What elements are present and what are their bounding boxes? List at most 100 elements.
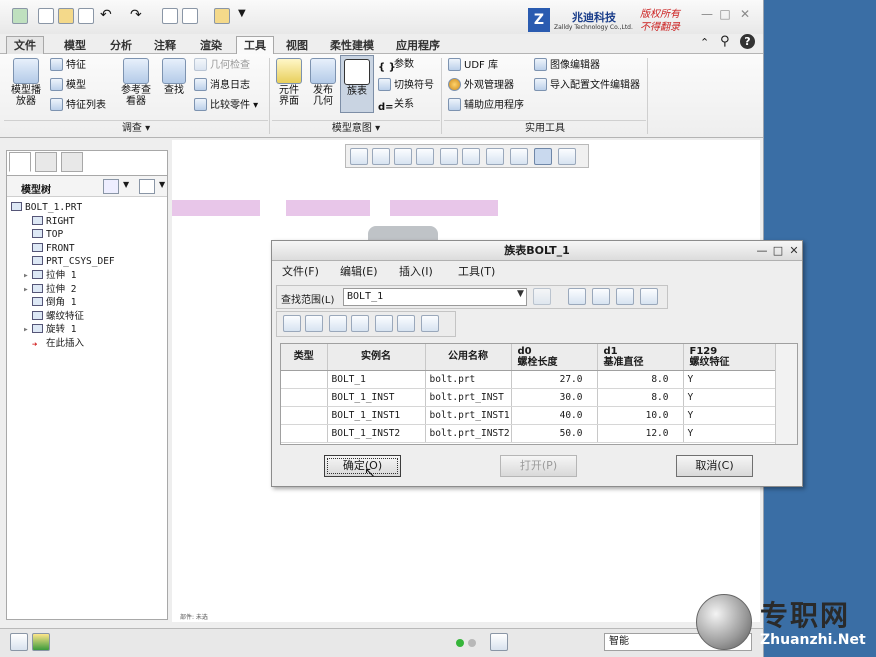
dialog-maximize-icon[interactable]: □: [772, 245, 784, 257]
tab-5[interactable]: 工具: [236, 36, 274, 55]
sort-icon[interactable]: [640, 288, 658, 305]
table-cell[interactable]: Y: [683, 406, 776, 425]
refit-icon[interactable]: [350, 148, 368, 165]
tab-favorites[interactable]: [61, 152, 83, 172]
datum-display-icon[interactable]: [510, 148, 528, 165]
show-options-icon[interactable]: [139, 179, 155, 194]
redo-icon[interactable]: ↷: [130, 8, 146, 24]
model-player-button[interactable]: 模型播 放器: [6, 58, 46, 107]
geometry-check-button[interactable]: 几何检查: [194, 58, 250, 72]
table-cell[interactable]: Y: [683, 424, 776, 443]
table-cell[interactable]: bolt.prt: [425, 370, 512, 389]
cancel-button[interactable]: 取消(C): [676, 455, 753, 477]
help-icon[interactable]: ?: [740, 34, 755, 49]
toggle-navigator-icon[interactable]: [10, 633, 28, 651]
toggle-browser-icon[interactable]: [32, 633, 50, 651]
column-header[interactable]: F129 螺纹特征: [683, 344, 776, 371]
tab-2[interactable]: 分析: [102, 36, 140, 54]
tab-3[interactable]: 注释: [146, 36, 184, 54]
tab-1[interactable]: 模型: [56, 36, 94, 54]
chevron-down-icon[interactable]: ▼: [517, 289, 524, 299]
tab-4[interactable]: 渲染: [192, 36, 230, 54]
table-cell[interactable]: 50.0: [511, 424, 598, 443]
tab-model-tree[interactable]: [9, 152, 31, 172]
expand-icon[interactable]: ▸: [23, 283, 32, 296]
copy-icon[interactable]: [592, 288, 610, 305]
table-scrollbar[interactable]: [775, 344, 797, 444]
zoom-out-icon[interactable]: [394, 148, 412, 165]
table-cell[interactable]: 40.0: [511, 406, 598, 425]
add-instance-icon[interactable]: [283, 315, 301, 332]
table-cell[interactable]: BOLT_1_INST: [327, 388, 426, 407]
table-row[interactable]: BOLT_1_INST2 bolt.prt_INST2 50.0 12.0 Y: [281, 424, 776, 443]
find-button[interactable]: 查找: [160, 58, 188, 96]
lock-icon[interactable]: [375, 315, 393, 332]
paste-icon[interactable]: [616, 288, 634, 305]
switch-symbols-button[interactable]: 切换符号: [378, 78, 434, 92]
tree-item[interactable]: 螺纹特征: [23, 310, 84, 323]
cut-icon[interactable]: [568, 288, 586, 305]
table-cell[interactable]: [281, 388, 328, 407]
table-edit-icon[interactable]: [421, 315, 439, 332]
add-column-icon[interactable]: [305, 315, 323, 332]
table-cell[interactable]: 8.0: [597, 370, 684, 389]
table-cell[interactable]: BOLT_1: [327, 370, 426, 389]
display-style-icon[interactable]: [440, 148, 458, 165]
up-level-icon[interactable]: [533, 288, 551, 305]
tree-item[interactable]: TOP: [23, 228, 63, 241]
ok-button[interactable]: 确定(O): [324, 455, 401, 477]
reference-viewer-button[interactable]: 参考查 看器: [116, 58, 156, 107]
column-header[interactable]: 类型: [281, 344, 328, 371]
dialog-close-icon[interactable]: ✕: [788, 245, 800, 257]
table-row[interactable]: BOLT_1_INST bolt.prt_INST 30.0 8.0 Y: [281, 388, 776, 407]
save-icon[interactable]: [78, 8, 94, 24]
auxiliary-apps-button[interactable]: 辅助应用程序: [448, 98, 524, 112]
table-row[interactable]: BOLT_1 bolt.prt 27.0 8.0 Y: [281, 370, 776, 389]
table-cell[interactable]: bolt.prt_INST2: [425, 424, 512, 443]
minimize-icon[interactable]: —: [700, 8, 714, 20]
compare-part-button[interactable]: 比较零件 ▾: [194, 98, 258, 112]
investigate-group-label[interactable]: 调查 ▾: [4, 120, 268, 136]
tab-7[interactable]: 柔性建模: [322, 36, 382, 54]
menu-tools[interactable]: 工具(T): [458, 265, 495, 279]
udf-library-button[interactable]: UDF 库: [448, 58, 498, 72]
table-cell[interactable]: 30.0: [511, 388, 598, 407]
feature-list-button[interactable]: 特征列表: [50, 98, 106, 112]
column-header[interactable]: 公用名称: [425, 344, 512, 371]
close-window-icon[interactable]: [214, 8, 230, 24]
table-cell[interactable]: 27.0: [511, 370, 598, 389]
tree-item[interactable]: ▸ 拉伸 1: [23, 269, 76, 282]
close-icon[interactable]: ✕: [738, 8, 752, 20]
table-cell[interactable]: 12.0: [597, 424, 684, 443]
tree-settings-dropdown-icon[interactable]: ▼: [123, 180, 129, 189]
tab-8[interactable]: 应用程序: [388, 36, 448, 54]
tree-item[interactable]: ➔ 在此插入: [23, 337, 84, 350]
dialog-minimize-icon[interactable]: —: [756, 245, 768, 257]
tree-item[interactable]: FRONT: [23, 242, 75, 255]
open-icon[interactable]: [58, 8, 74, 24]
tab-folder-browser[interactable]: [35, 152, 57, 172]
column-header[interactable]: d0 螺栓长度: [511, 344, 598, 371]
table-cell[interactable]: 8.0: [597, 388, 684, 407]
menu-insert[interactable]: 插入(I): [399, 265, 433, 279]
parameters-button[interactable]: { }参数: [378, 58, 414, 73]
column-header[interactable]: 实例名: [327, 344, 426, 371]
table-cell[interactable]: Y: [683, 388, 776, 407]
table-cell[interactable]: Y: [683, 370, 776, 389]
family-table-button[interactable]: 族表: [340, 55, 374, 113]
table-cell[interactable]: 10.0: [597, 406, 684, 425]
find-instance-icon[interactable]: [329, 315, 347, 332]
scope-select[interactable]: BOLT_1: [343, 288, 527, 306]
message-log-button[interactable]: 消息日志: [194, 78, 250, 92]
verify-icon[interactable]: [397, 315, 415, 332]
maximize-icon[interactable]: □: [718, 8, 732, 20]
menu-file[interactable]: 文件(F): [282, 265, 319, 279]
tree-item[interactable]: RIGHT: [23, 215, 75, 228]
feature-button[interactable]: 特征: [50, 58, 86, 72]
tab-6[interactable]: 视图: [278, 36, 316, 54]
view-manager-icon[interactable]: [486, 148, 504, 165]
model-button[interactable]: 模型: [50, 78, 86, 92]
tree-item[interactable]: 倒角 1: [23, 296, 76, 309]
relations-button[interactable]: d=关系: [378, 98, 414, 113]
find-icon[interactable]: [490, 633, 508, 651]
